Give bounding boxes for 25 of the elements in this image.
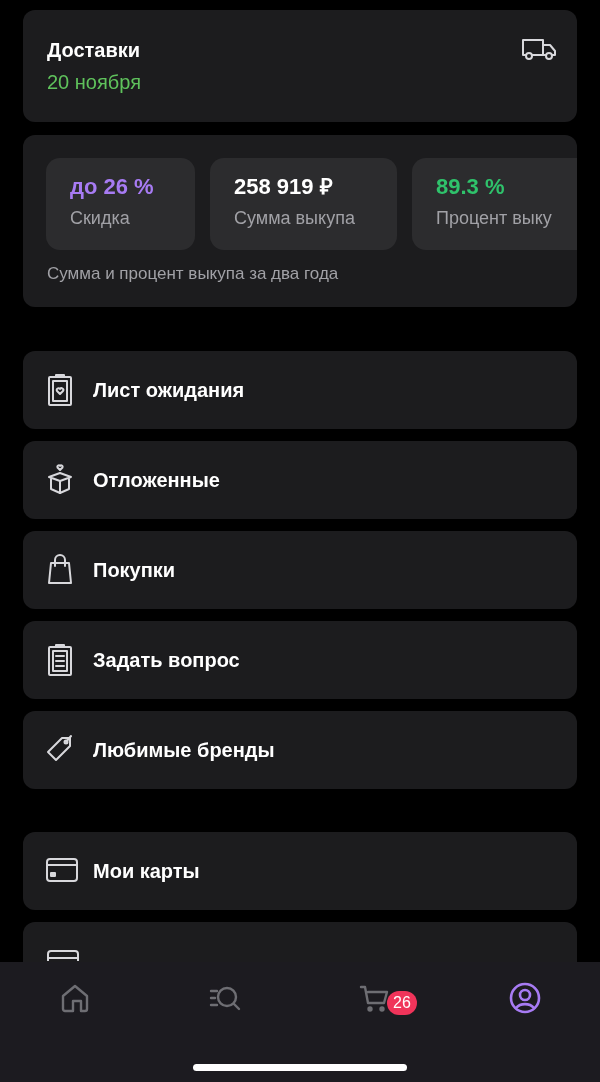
stat-tile[interactable]: 89.3 % Процент выку <box>412 158 577 250</box>
delivery-date: 20 ноября <box>47 70 141 95</box>
tab-button[interactable] <box>508 981 542 1015</box>
delivery-card[interactable]: Доставки 20 ноября <box>23 10 577 122</box>
menu-item[interactable]: Покупки <box>23 531 577 609</box>
profile-icon <box>509 982 541 1014</box>
card-icon <box>47 950 79 962</box>
stat-value: 89.3 % <box>436 173 505 201</box>
stat-label: Сумма выкупа <box>234 207 355 230</box>
stat-tile[interactable]: до 26 % Скидка <box>46 158 195 250</box>
menu-item[interactable]: Лист ожидания <box>23 351 577 429</box>
stat-tile[interactable]: 258 919 ₽ Сумма выкупа <box>210 158 397 250</box>
stat-label: Скидка <box>70 207 130 230</box>
stat-value: 258 919 ₽ <box>234 173 333 201</box>
stats-note: Сумма и процент выкупа за два года <box>47 263 339 285</box>
cart-count-badge: 26 <box>387 991 417 1015</box>
stat-label: Процент выку <box>436 207 552 230</box>
delivery-title: Доставки <box>47 38 141 63</box>
menu-item[interactable]: Мои карты <box>23 832 577 910</box>
home-icon <box>59 982 91 1014</box>
stat-value: до 26 % <box>70 173 154 201</box>
truck-icon <box>521 37 557 61</box>
menu-item[interactable]: Задать вопрос <box>23 621 577 699</box>
menu-item[interactable]: Любимые бренды <box>23 711 577 789</box>
menu-item[interactable]: Отложенные <box>23 441 577 519</box>
